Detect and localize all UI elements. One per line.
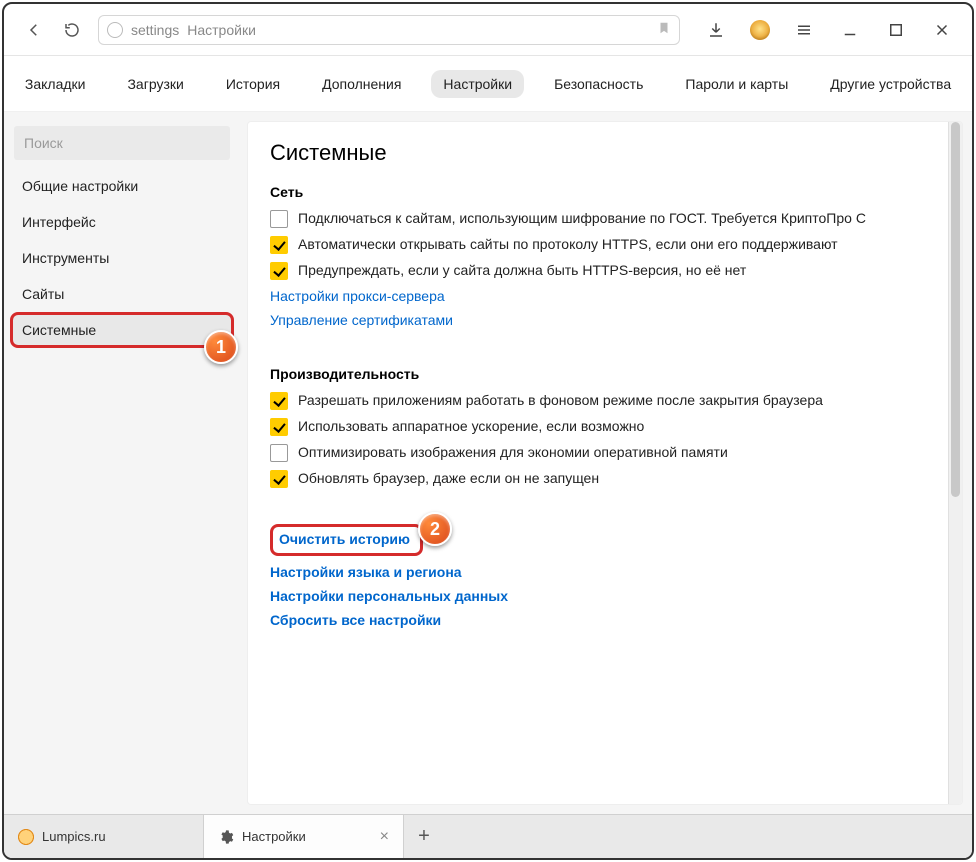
checkbox-label: Подключаться к сайтам, использующим шифр… <box>298 210 866 226</box>
link-lang-region[interactable]: Настройки языка и региона <box>270 564 940 580</box>
nav-passwords[interactable]: Пароли и карты <box>673 70 800 98</box>
tab-settings[interactable]: Настройки × <box>204 815 404 858</box>
scrollbar-thumb[interactable] <box>951 122 960 497</box>
checkbox-icon[interactable] <box>270 236 288 254</box>
menu-button[interactable] <box>792 18 816 42</box>
annotation-badge-1: 1 <box>204 330 238 364</box>
body: Поиск Общие настройки Интерфейс Инструме… <box>4 112 972 814</box>
nav-devices[interactable]: Другие устройства <box>818 70 963 98</box>
checkbox-icon[interactable] <box>270 210 288 228</box>
annotation-badge-2: 2 <box>418 512 452 546</box>
nav-settings[interactable]: Настройки <box>431 70 524 98</box>
toolbar: settings Настройки <box>4 4 972 56</box>
link-proxy-settings[interactable]: Настройки прокси-сервера <box>270 288 940 304</box>
checkbox-label: Оптимизировать изображения для экономии … <box>298 444 728 460</box>
sidebar-search-placeholder: Поиск <box>24 135 63 151</box>
favicon-lumpics-icon <box>18 829 34 845</box>
nav-history[interactable]: История <box>214 70 292 98</box>
link-personal-data[interactable]: Настройки персональных данных <box>270 588 940 604</box>
nav-downloads[interactable]: Загрузки <box>115 70 195 98</box>
maximize-button[interactable] <box>884 18 908 42</box>
checkbox-label: Автоматически открывать сайты по протоко… <box>298 236 838 252</box>
tab-label: Lumpics.ru <box>42 829 106 844</box>
new-tab-button[interactable]: + <box>404 815 444 858</box>
downloads-button[interactable] <box>704 18 728 42</box>
favicon-gear-icon <box>218 829 234 845</box>
tab-lumpics[interactable]: Lumpics.ru <box>4 815 204 858</box>
toolbar-right <box>704 18 954 42</box>
scrollbar[interactable] <box>948 122 962 804</box>
highlight-clear-history: Очистить историю <box>270 524 423 556</box>
nav-security[interactable]: Безопасность <box>542 70 655 98</box>
checkbox-row[interactable]: Разрешать приложениям работать в фоновом… <box>270 392 940 410</box>
checkbox-label: Обновлять браузер, даже если он не запущ… <box>298 470 599 486</box>
minimize-button[interactable] <box>838 18 862 42</box>
nav-addons[interactable]: Дополнения <box>310 70 413 98</box>
browser-window: settings Настройки Закладки Загрузки Ист… <box>2 2 974 860</box>
nav-bookmarks[interactable]: Закладки <box>13 70 98 98</box>
checkbox-row[interactable]: Автоматически открывать сайты по протоко… <box>270 236 940 254</box>
yandex-logo-icon <box>107 22 123 38</box>
sidebar: Поиск Общие настройки Интерфейс Инструме… <box>4 122 240 814</box>
checkbox-icon[interactable] <box>270 418 288 436</box>
profile-icon[interactable] <box>750 20 770 40</box>
close-window-button[interactable] <box>930 18 954 42</box>
checkbox-label: Использовать аппаратное ускорение, если … <box>298 418 644 434</box>
checkbox-row[interactable]: Обновлять браузер, даже если он не запущ… <box>270 470 940 488</box>
sidebar-search[interactable]: Поиск <box>14 126 230 160</box>
checkbox-icon[interactable] <box>270 444 288 462</box>
address-seg1: settings <box>131 22 179 38</box>
checkbox-icon[interactable] <box>270 392 288 410</box>
tab-label: Настройки <box>242 829 306 844</box>
address-bar[interactable]: settings Настройки <box>98 15 680 45</box>
checkbox-icon[interactable] <box>270 470 288 488</box>
checkbox-row[interactable]: Использовать аппаратное ускорение, если … <box>270 418 940 436</box>
link-reset-settings[interactable]: Сбросить все настройки <box>270 612 940 628</box>
checkbox-label: Разрешать приложениям работать в фоновом… <box>298 392 823 408</box>
address-seg2: Настройки <box>187 22 256 38</box>
page-title: Системные <box>270 140 940 166</box>
tab-close-button[interactable]: × <box>380 828 389 846</box>
content-panel: Системные Сеть Подключаться к сайтам, ис… <box>248 122 962 804</box>
sidebar-item-general[interactable]: Общие настройки <box>4 168 240 204</box>
sidebar-item-system[interactable]: Системные <box>10 312 234 348</box>
checkbox-label: Предупреждать, если у сайта должна быть … <box>298 262 746 278</box>
checkbox-row[interactable]: Оптимизировать изображения для экономии … <box>270 444 940 462</box>
sidebar-item-tools[interactable]: Инструменты <box>4 240 240 276</box>
link-cert-management[interactable]: Управление сертификатами <box>270 312 940 328</box>
settings-nav: Закладки Загрузки История Дополнения Нас… <box>4 56 972 112</box>
bookmark-icon[interactable] <box>657 21 671 38</box>
link-clear-history[interactable]: Очистить историю <box>279 531 410 547</box>
reload-button[interactable] <box>60 18 84 42</box>
checkbox-icon[interactable] <box>270 262 288 280</box>
checkbox-row[interactable]: Подключаться к сайтам, использующим шифр… <box>270 210 940 228</box>
checkbox-row[interactable]: Предупреждать, если у сайта должна быть … <box>270 262 940 280</box>
sidebar-item-sites[interactable]: Сайты <box>4 276 240 312</box>
sidebar-item-interface[interactable]: Интерфейс <box>4 204 240 240</box>
back-button[interactable] <box>22 18 46 42</box>
section-network-title: Сеть <box>270 184 940 200</box>
section-perf-title: Производительность <box>270 366 940 382</box>
tabs-bar: Lumpics.ru Настройки × + <box>4 814 972 858</box>
